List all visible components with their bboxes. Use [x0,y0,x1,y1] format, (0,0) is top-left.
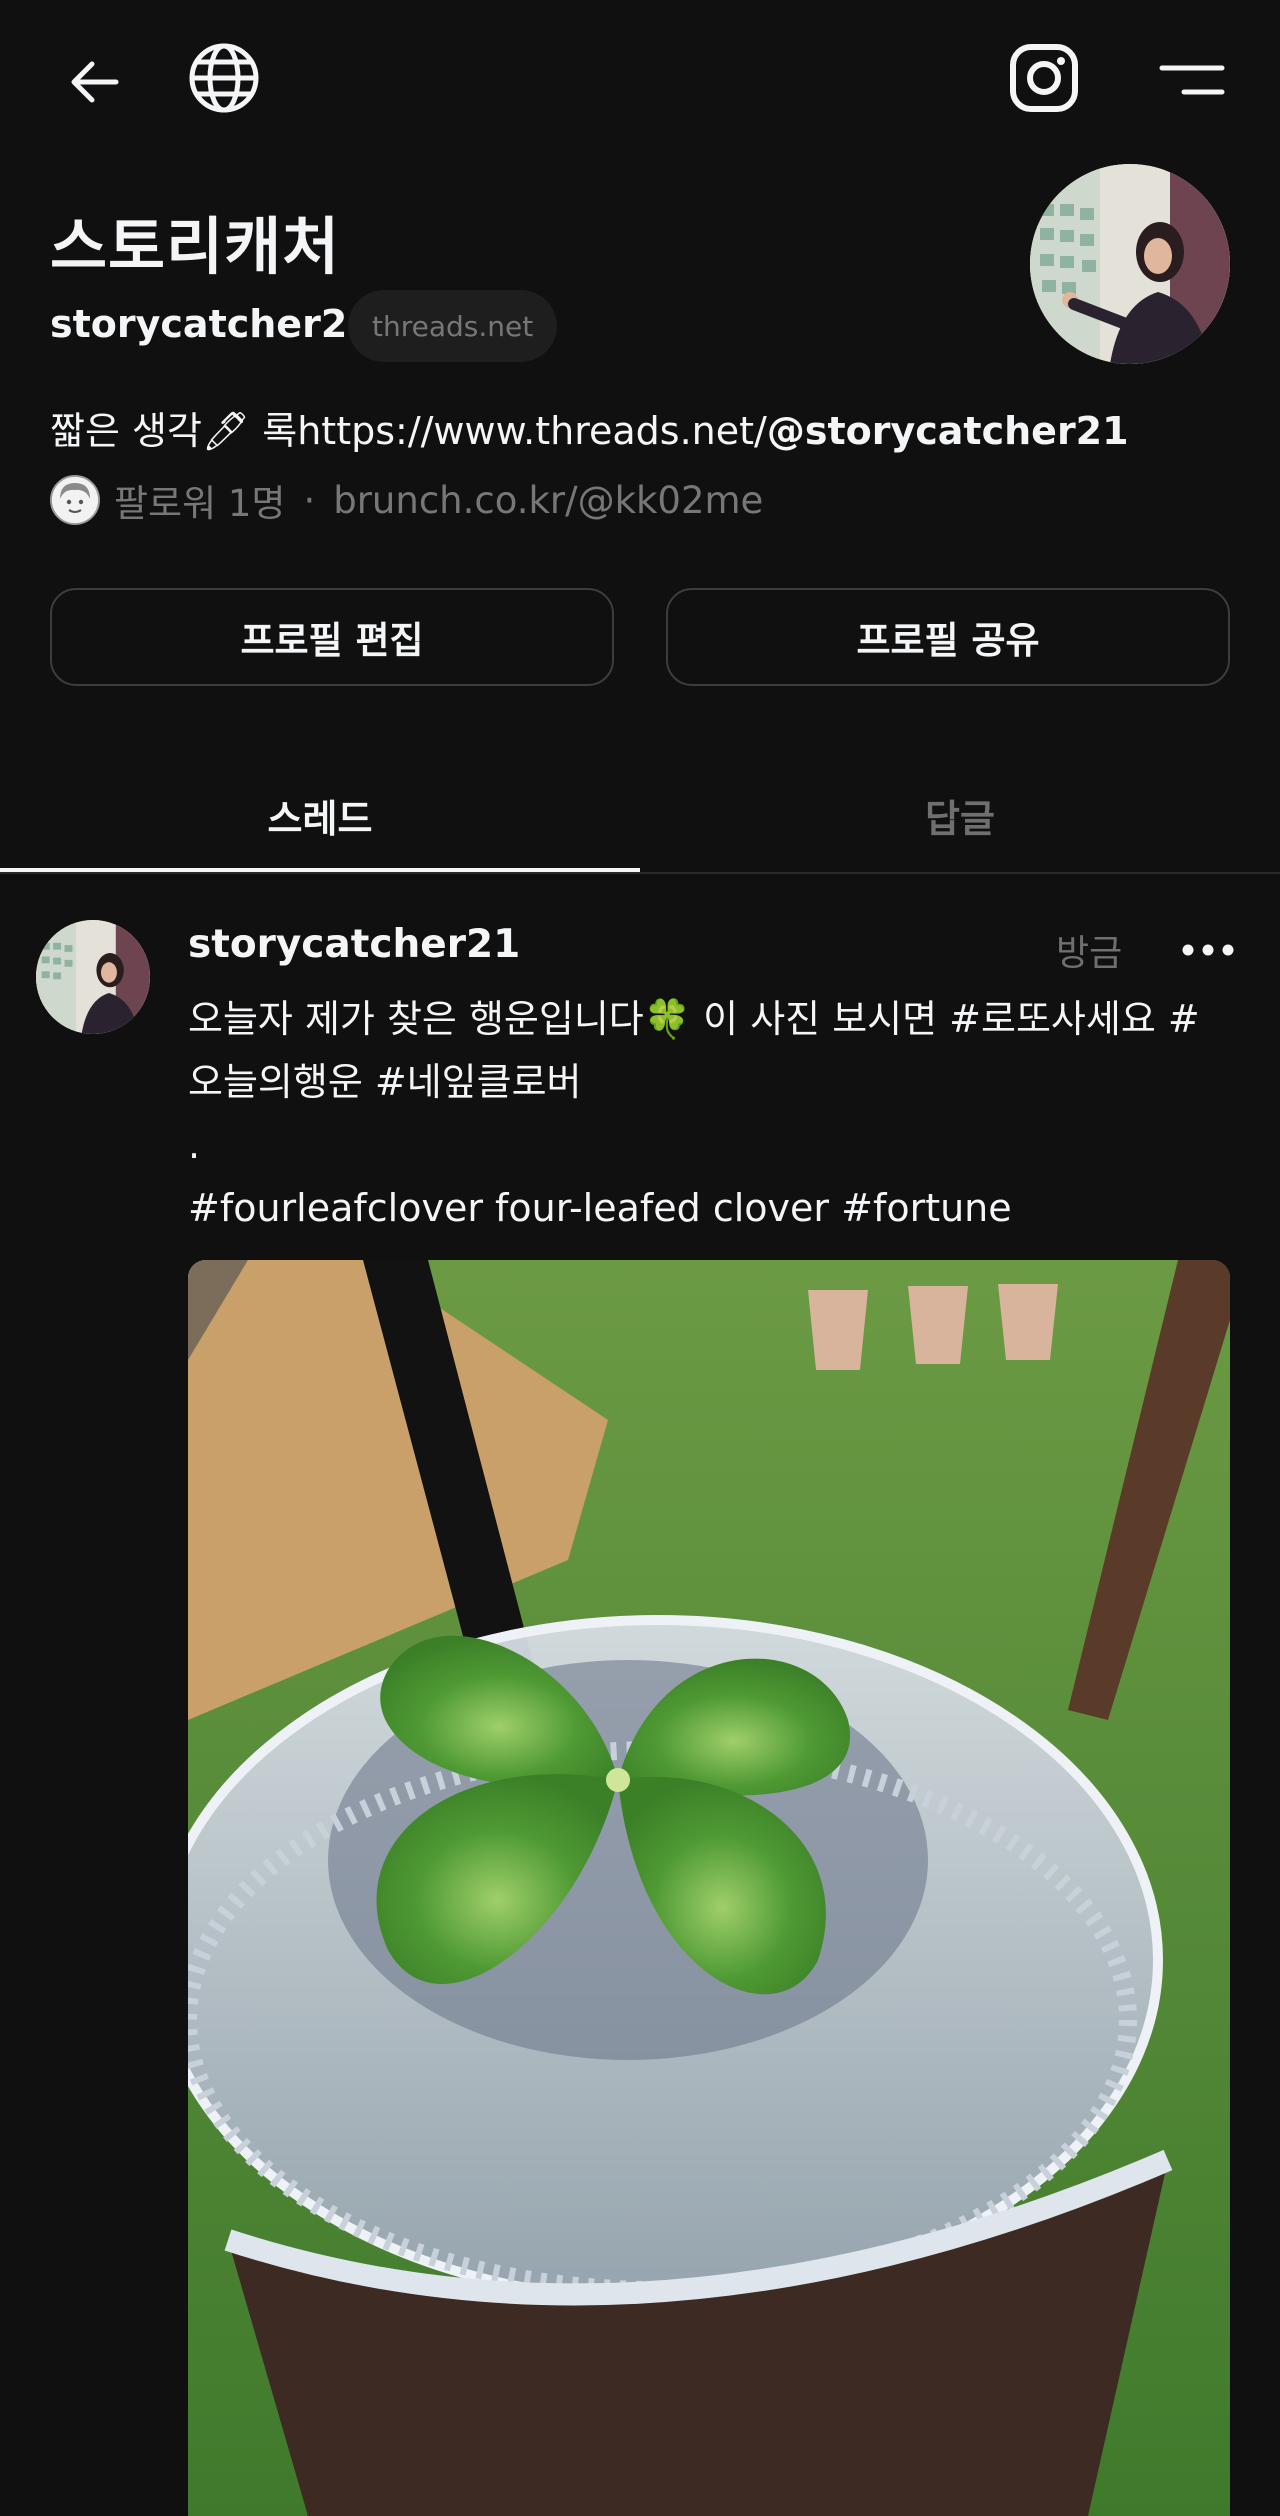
follower-avatar[interactable] [50,475,100,525]
edit-profile-button[interactable]: 프로필 편집 [50,588,614,686]
follower-count[interactable]: 팔로워 1명 [114,473,285,527]
globe-button[interactable] [186,40,262,116]
tab-replies[interactable]: 답글 [640,760,1280,870]
four-leaf-clover-photo [188,1260,1230,2516]
domain-badge[interactable]: threads.net [348,290,558,362]
avatar-photo [1030,164,1230,364]
share-profile-button[interactable]: 프로필 공유 [666,588,1230,686]
profile-display-name: 스토리캐처 [50,210,341,283]
menu-icon [1159,65,1225,95]
post-more-button[interactable] [1172,926,1244,974]
instagram-icon [1010,44,1078,112]
bio-mention[interactable]: @storycatcher21 [767,409,1129,453]
follower-row: 팔로워 1명 · brunch.co.kr/@kk02me [50,474,763,526]
pen-icon: 🖊 [201,409,251,453]
globe-icon [189,43,259,113]
follower-avatar-illustration [52,477,98,523]
arrow-left-icon [71,61,119,103]
more-horizontal-icon [1182,944,1234,956]
post-body: 오늘자 제가 찾은 행운입니다🍀 이 사진 보시면 #로또사세요 # 오늘의행운… [188,988,1258,1240]
post-text-line: 오늘자 제가 찾은 행운입니다🍀 이 사진 보시면 #로또사세요 # [188,997,1200,1041]
instagram-button[interactable] [1006,40,1082,116]
post-text-line: 오늘의행운 #네잎클로버 [188,1060,582,1104]
post-timestamp: 방금 [1056,933,1123,974]
profile-avatar[interactable] [1030,164,1230,364]
menu-button[interactable] [1156,52,1228,108]
profile-link[interactable]: brunch.co.kr/@kk02me [333,479,763,522]
post-text-line: . [188,1123,201,1167]
bio-text: 짧은 생각 [50,409,202,453]
profile-bio: 짧은 생각🖊 록https://www.threads.net/@storyca… [50,400,1129,455]
post-image[interactable] [188,1260,1230,2516]
active-tab-indicator [0,868,640,872]
back-button[interactable] [58,46,130,118]
post-text-line: #fourleafclover four-leafed clover #fort… [188,1186,1012,1230]
post-author-name[interactable]: storycatcher21 [188,922,520,967]
tab-threads[interactable]: 스레드 [0,760,640,870]
tab-divider [0,872,1280,874]
separator-dot: · [303,478,316,522]
post-avatar-photo [36,920,150,1034]
post-author-avatar[interactable] [36,920,150,1034]
profile-handle: storycatcher21 [50,302,374,346]
bio-link-text[interactable]: 록https://www.threads.net/ [250,409,767,453]
